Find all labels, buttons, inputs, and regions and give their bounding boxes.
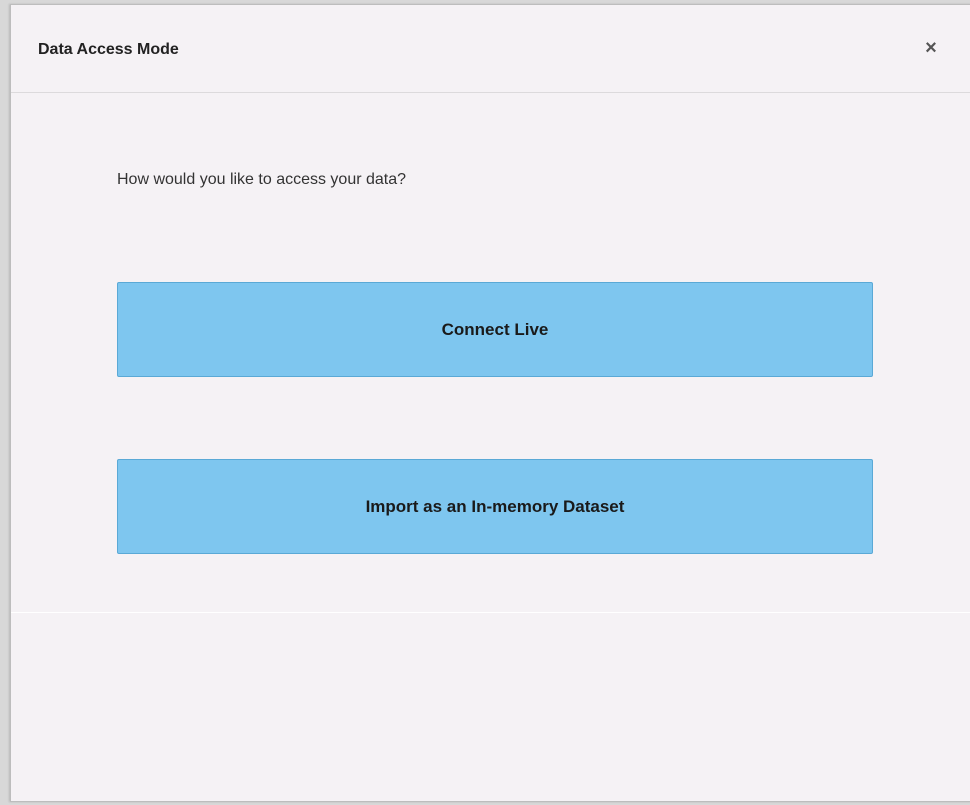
- dialog-title: Data Access Mode: [38, 41, 179, 58]
- data-access-mode-dialog: Data Access Mode × How would you like to…: [10, 4, 970, 802]
- dialog-footer: [11, 613, 970, 801]
- dialog-body: How would you like to access your data? …: [11, 93, 970, 613]
- dialog-header: Data Access Mode ×: [11, 5, 970, 93]
- prompt-text: How would you like to access your data?: [117, 171, 407, 188]
- import-in-memory-dataset-button[interactable]: Import as an In-memory Dataset: [117, 459, 873, 554]
- connect-live-button[interactable]: Connect Live: [117, 282, 873, 377]
- close-icon[interactable]: ×: [921, 38, 941, 58]
